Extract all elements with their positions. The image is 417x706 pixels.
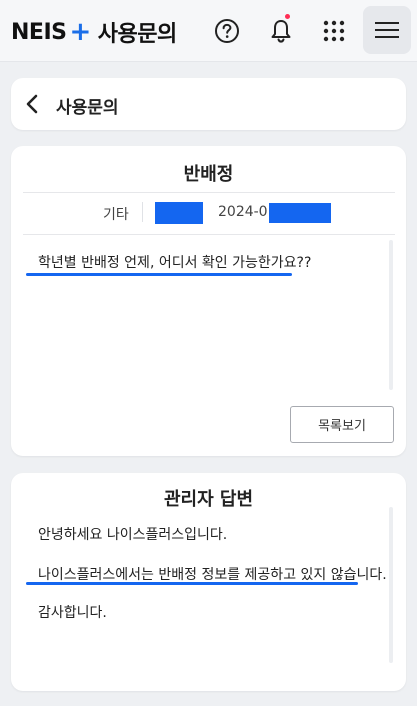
back-button[interactable] xyxy=(21,92,45,116)
highlight-underline xyxy=(26,582,358,585)
menu-button[interactable] xyxy=(363,6,411,54)
bell-icon xyxy=(271,20,291,43)
notification-dot xyxy=(285,14,290,19)
answer-title: 관리자 답변 xyxy=(163,489,254,510)
question-title: 반배정 xyxy=(183,164,234,185)
divider xyxy=(23,234,395,235)
answer-line: 안녕하세요 나이스플러스입니다. xyxy=(38,527,228,543)
apps-grid-icon xyxy=(323,20,345,42)
answer-card: 관리자 답변 안녕하세요 나이스플러스입니다. 나이스플러스에서는 반배정 정보… xyxy=(11,473,406,691)
notifications-button[interactable] xyxy=(262,12,300,50)
chevron-left-icon xyxy=(26,94,38,114)
brand-name: NEIS xyxy=(11,19,67,45)
app-brand[interactable]: NEIS + 사용문의 xyxy=(11,16,177,48)
list-view-button[interactable]: 목록보기 xyxy=(290,406,394,443)
redacted-author xyxy=(155,202,203,224)
help-icon xyxy=(215,19,239,43)
scrollbar[interactable] xyxy=(389,240,393,390)
scrollbar[interactable] xyxy=(389,507,393,663)
answer-line: 감사합니다. xyxy=(38,605,107,621)
question-meta: 기타 2024-01- xyxy=(11,202,406,224)
brand-plus: + xyxy=(69,17,91,47)
service-title: 사용문의 xyxy=(97,22,177,47)
question-category: 기타 xyxy=(103,207,129,223)
highlight-underline xyxy=(26,273,292,276)
answer-line: 나이스플러스에서는 반배정 정보를 제공하고 있지 않습니다. xyxy=(38,567,387,583)
page-header-card: 사용문의 xyxy=(11,78,406,130)
question-body: 학년별 반배정 언제, 어디서 확인 가능한가요?? xyxy=(38,255,312,271)
app-header: NEIS + 사용문의 xyxy=(0,0,417,62)
help-button[interactable] xyxy=(208,12,246,50)
apps-button[interactable] xyxy=(315,12,353,50)
divider xyxy=(23,192,395,193)
question-card: 반배정 기타 2024-01- 학년별 반배정 언제, 어디서 확인 가능한가요… xyxy=(11,146,406,456)
redacted-date xyxy=(269,203,331,223)
hamburger-menu-icon xyxy=(375,22,399,38)
page-title: 사용문의 xyxy=(56,98,119,118)
meta-separator xyxy=(142,202,143,222)
